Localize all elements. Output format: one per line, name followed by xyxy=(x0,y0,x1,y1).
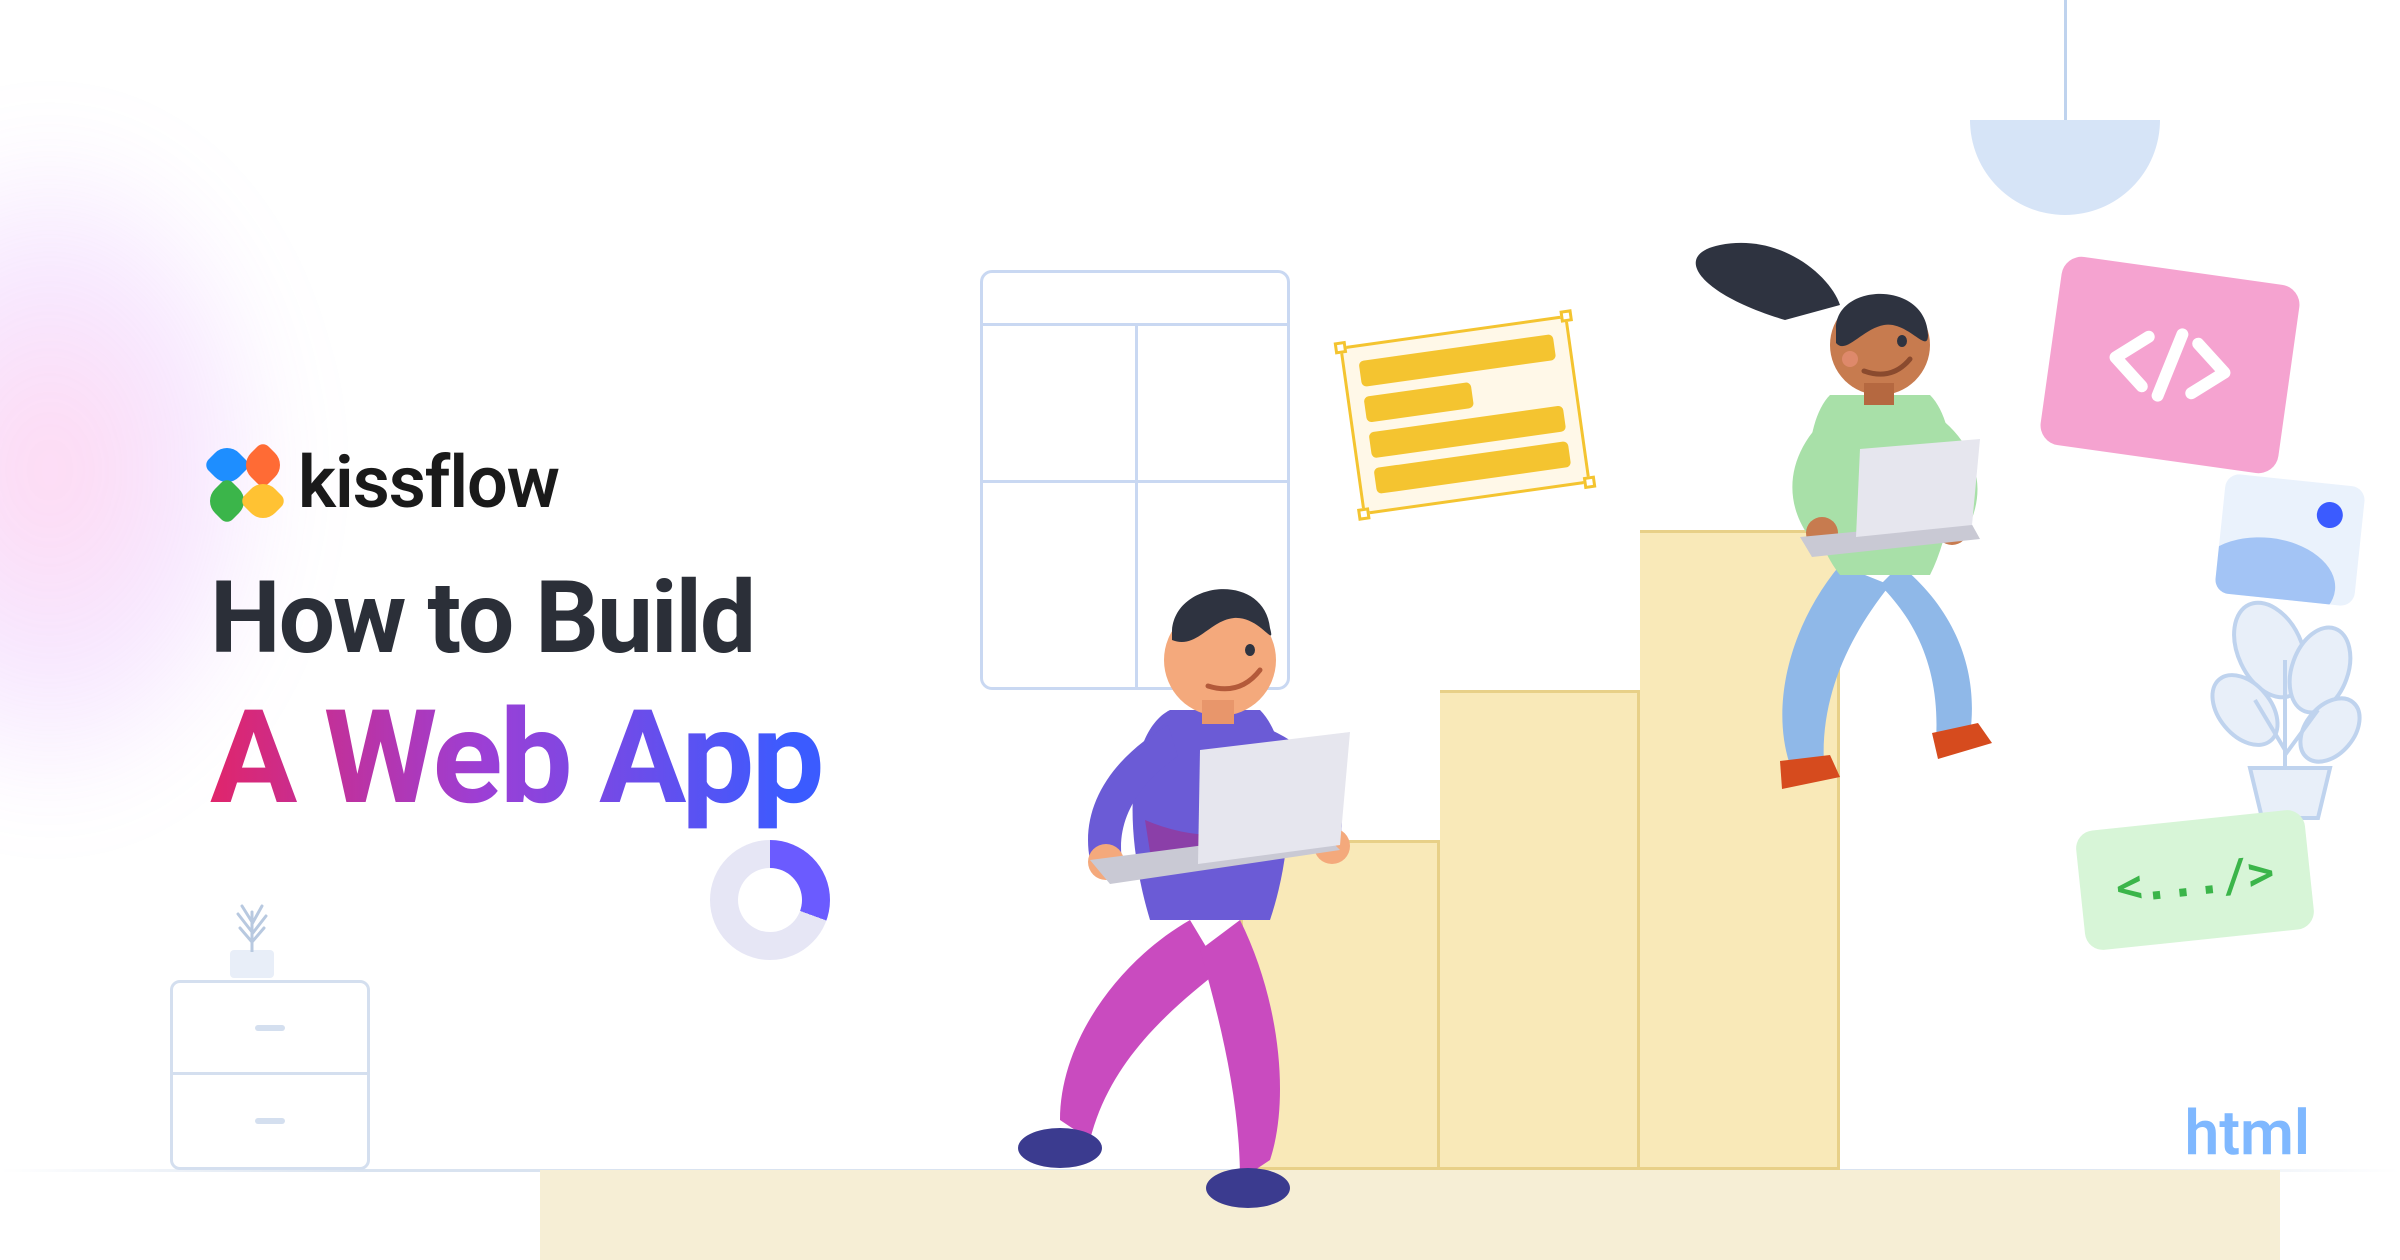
image-placeholder-icon xyxy=(2214,473,2366,607)
donut-chart-icon xyxy=(710,840,830,960)
person-female-illustration xyxy=(1640,225,2120,845)
small-plant-icon xyxy=(230,950,274,978)
brand-name: kissflow xyxy=(298,440,559,525)
code-text: <.../> xyxy=(2113,846,2276,913)
potted-plant-icon xyxy=(2200,600,2370,824)
brand-logo: kissflow xyxy=(210,440,559,525)
headline-line-2: A Web App xyxy=(210,681,822,834)
kissflow-logo-icon xyxy=(210,448,280,518)
headline-line-1: How to Build xyxy=(210,560,822,677)
hero-banner: <.../> xyxy=(0,0,2400,1260)
pendant-lamp-icon xyxy=(1970,0,2160,215)
headline: How to Build A Web App xyxy=(210,560,822,834)
cabinet-icon xyxy=(170,980,370,1170)
form-card-icon xyxy=(1339,315,1590,515)
html-label: html xyxy=(2185,1097,2310,1170)
person-male-illustration xyxy=(940,500,1560,1220)
